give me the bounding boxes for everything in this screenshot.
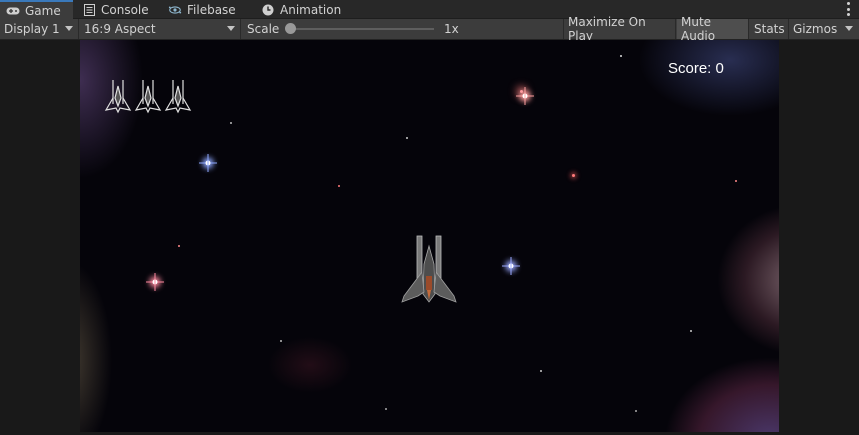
aspect-label: 16:9 Aspect bbox=[84, 22, 156, 36]
tab-filebase[interactable]: Filebase bbox=[168, 0, 236, 19]
star bbox=[735, 180, 737, 182]
star bbox=[280, 340, 282, 342]
star bbox=[178, 245, 180, 247]
life-ship-icon bbox=[164, 80, 192, 114]
gizmos-dropdown[interactable]: Gizmos bbox=[789, 19, 859, 39]
scale-label: Scale bbox=[247, 22, 280, 36]
scale-value-text: 1x bbox=[444, 22, 459, 36]
star bbox=[406, 137, 408, 139]
filebase-icon bbox=[168, 4, 182, 16]
stats-toggle[interactable]: Stats bbox=[750, 19, 789, 39]
scale-value: 1x bbox=[440, 19, 463, 39]
console-icon bbox=[82, 3, 96, 16]
star bbox=[338, 185, 340, 187]
scale-slider-handle[interactable] bbox=[285, 23, 296, 34]
display-dropdown[interactable]: Display 1 bbox=[0, 19, 79, 39]
more-options-icon[interactable] bbox=[845, 2, 851, 16]
player-spaceship bbox=[401, 235, 457, 303]
maximize-on-play-toggle[interactable]: Maximize On Play bbox=[564, 15, 676, 43]
star bbox=[540, 370, 542, 372]
life-ship-icon bbox=[134, 80, 162, 114]
tab-animation[interactable]: Animation bbox=[261, 0, 341, 19]
stats-label: Stats bbox=[754, 22, 785, 36]
chevron-down-icon bbox=[845, 26, 853, 31]
star bbox=[230, 122, 232, 124]
tab-game[interactable]: Game bbox=[0, 0, 73, 19]
score-label: Score: 0 bbox=[668, 60, 724, 77]
chevron-down-icon bbox=[65, 26, 73, 31]
star bbox=[520, 90, 523, 93]
star bbox=[572, 174, 575, 177]
maximize-label: Maximize On Play bbox=[568, 15, 646, 43]
tab-label: Game bbox=[25, 3, 61, 18]
mute-label: Mute Audio bbox=[681, 15, 716, 43]
gamepad-icon bbox=[6, 5, 20, 17]
lives-display bbox=[104, 76, 192, 116]
tab-console[interactable]: Console bbox=[82, 0, 149, 19]
tab-label: Animation bbox=[280, 2, 342, 17]
star bbox=[635, 410, 637, 412]
chevron-down-icon bbox=[227, 26, 235, 31]
gizmos-label: Gizmos bbox=[793, 22, 838, 36]
star bbox=[385, 408, 387, 410]
display-label: Display 1 bbox=[4, 22, 60, 36]
tab-label: Filebase bbox=[187, 2, 236, 17]
scale-slider-track[interactable] bbox=[290, 28, 434, 30]
life-ship-icon bbox=[104, 80, 132, 114]
star bbox=[690, 330, 692, 332]
aspect-dropdown[interactable]: 16:9 Aspect bbox=[80, 19, 241, 39]
clock-icon bbox=[261, 4, 275, 16]
star bbox=[620, 55, 622, 57]
mute-audio-toggle[interactable]: Mute Audio bbox=[677, 15, 749, 43]
game-viewport[interactable]: Score: 0 bbox=[80, 40, 779, 432]
game-view-toolbar: Display 1 16:9 Aspect Scale 1x Maximize … bbox=[0, 15, 859, 43]
tab-label: Console bbox=[101, 2, 149, 17]
